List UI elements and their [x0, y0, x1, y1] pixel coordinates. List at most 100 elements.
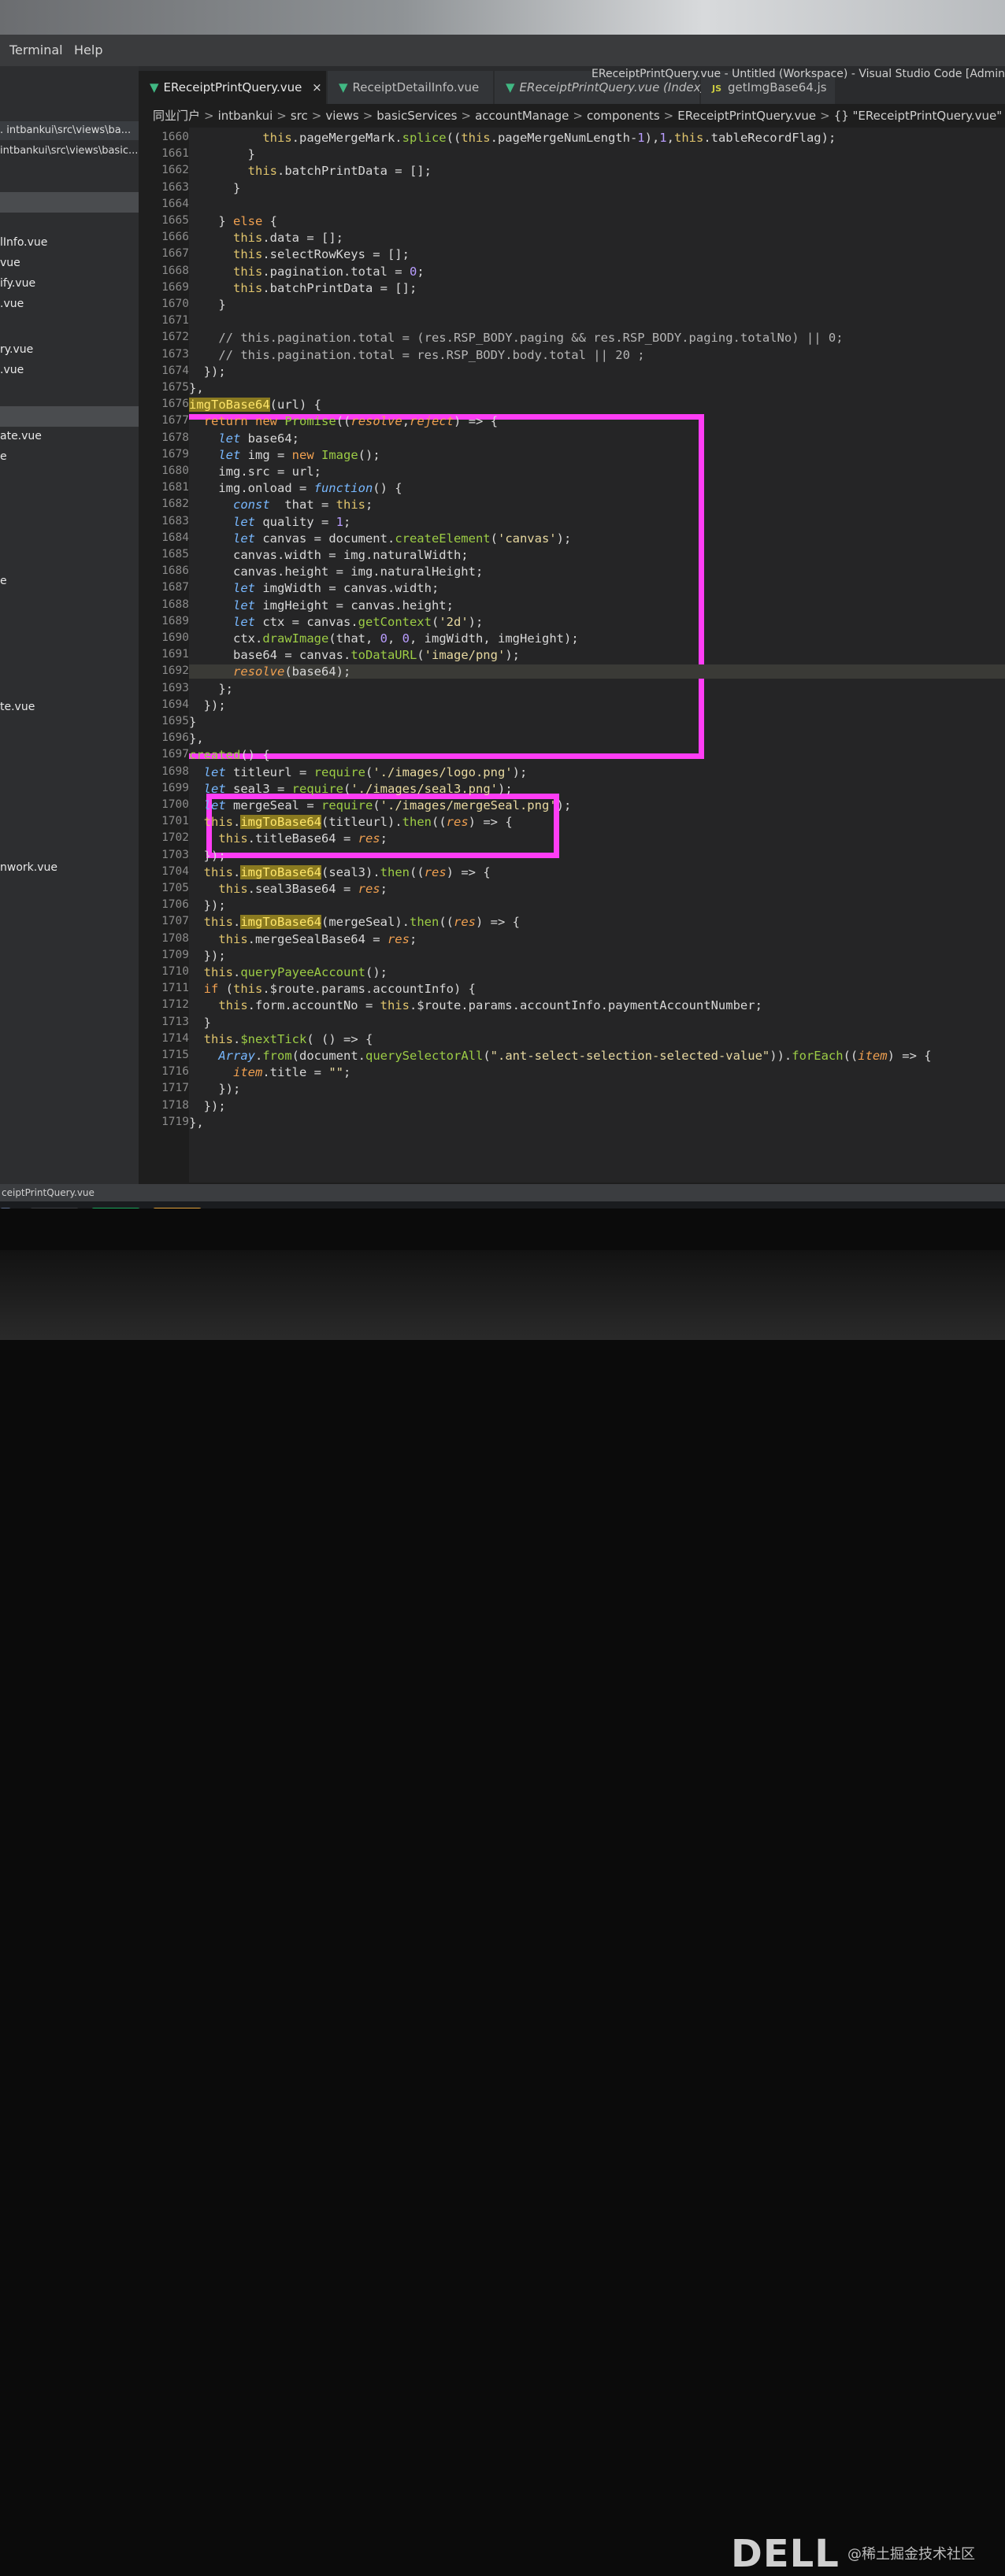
file-item[interactable]: .vue — [0, 298, 24, 310]
code-line[interactable]: let ctx = canvas.getContext('2d'); — [189, 615, 483, 629]
breadcrumb-item[interactable]: components — [587, 109, 660, 123]
code-line[interactable]: canvas.height = img.naturalHeight; — [189, 564, 483, 579]
code-line[interactable]: }); — [189, 1082, 240, 1096]
code-line[interactable]: imgToBase64(url) { — [189, 398, 321, 413]
file-item[interactable]: e — [0, 450, 7, 463]
file-item[interactable]: te.vue — [0, 701, 35, 713]
code-line[interactable]: this.mergeSealBase64 = res; — [189, 932, 417, 946]
code-line[interactable]: let imgWidth = canvas.width; — [189, 581, 439, 595]
code-line[interactable]: this.seal3Base64 = res; — [189, 882, 388, 896]
breadcrumb-separator: > — [573, 109, 583, 123]
code-line[interactable]: this.imgToBase64(seal3).then((res) => { — [189, 864, 491, 879]
line-number: 1680 — [161, 464, 189, 477]
code-line[interactable]: let seal3 = require('./images/seal3.png'… — [189, 782, 513, 796]
code-line[interactable]: } — [189, 1016, 211, 1030]
file-item[interactable]: ry.vue — [0, 343, 33, 356]
code-line[interactable]: }; — [189, 682, 233, 696]
code-line[interactable]: this.form.accountNo = this.$route.params… — [189, 998, 762, 1012]
code-line[interactable]: this.selectRowKeys = []; — [189, 247, 410, 261]
close-icon[interactable]: × — [312, 80, 322, 94]
code-line[interactable]: let quality = 1; — [189, 515, 350, 529]
code-line[interactable]: }); — [189, 849, 226, 863]
code-line[interactable]: }); — [189, 949, 226, 963]
code-line[interactable]: }, — [189, 1116, 204, 1130]
code-line[interactable]: let canvas = document.createElement('can… — [189, 531, 571, 546]
code-line[interactable]: base64 = canvas.toDataURL('image/png'); — [189, 648, 520, 662]
window-title: EReceiptPrintQuery.vue - Untitled (Works… — [592, 68, 1005, 80]
code-line[interactable]: let img = new Image(); — [189, 448, 380, 462]
code-line[interactable]: this.imgToBase64(mergeSeal).then((res) =… — [189, 915, 520, 930]
code-line[interactable]: }); — [189, 1099, 226, 1113]
code-line[interactable]: }); — [189, 898, 226, 912]
tab-receipt-detail-info[interactable]: ▼ ReceiptDetailInfo.vue — [328, 71, 493, 104]
code-line[interactable]: created() { — [189, 748, 270, 762]
line-number: 1712 — [161, 998, 189, 1012]
code-line[interactable]: if (this.$route.params.accountInfo) { — [189, 982, 476, 996]
menu-help[interactable]: Help — [74, 43, 102, 57]
code-line[interactable]: let titleurl = require('./images/logo.pn… — [189, 765, 528, 779]
code-line[interactable]: this.titleBase64 = res; — [189, 831, 388, 846]
file-item[interactable]: e — [0, 575, 7, 587]
code-line[interactable]: this.batchPrintData = []; — [189, 164, 432, 178]
code-line[interactable]: } — [189, 298, 225, 312]
breadcrumb-item[interactable]: src — [291, 109, 308, 123]
code-line[interactable]: // this.pagination.total = (res.RSP_BODY… — [189, 331, 843, 345]
code-line[interactable]: }); — [189, 365, 226, 379]
code-line[interactable]: img.src = url; — [189, 464, 321, 479]
code-line[interactable]: }); — [189, 698, 226, 712]
breadcrumb-item[interactable]: views — [325, 109, 358, 123]
breadcrumb-item[interactable]: accountManage — [475, 109, 569, 123]
code-line[interactable]: item.title = ""; — [189, 1065, 350, 1079]
breadcrumb-separator: > — [362, 109, 373, 123]
open-editor-path[interactable]: . intbankui\src\views\ba... — [0, 121, 139, 140]
open-editor-path[interactable]: intbankui\src\views\basic... — [0, 142, 139, 161]
tab-ereceipt-print-query[interactable]: ▼ EReceiptPrintQuery.vue × — [139, 71, 326, 104]
code-line[interactable]: const that = this; — [189, 498, 373, 512]
file-item[interactable]: lInfo.vue — [0, 236, 47, 249]
status-bar: ceiptPrintQuery.vue — [0, 1184, 1005, 1201]
code-line[interactable]: this.pageMergeMark.splice((this.pageMerg… — [189, 131, 836, 145]
breadcrumb-separator: > — [820, 109, 830, 123]
breadcrumb-item[interactable]: EReceiptPrintQuery.vue — [677, 109, 816, 123]
file-item[interactable]: ify.vue — [0, 277, 35, 290]
line-number: 1670 — [161, 298, 189, 310]
code-line[interactable]: this.$nextTick( () => { — [189, 1032, 373, 1046]
line-number: 1671 — [161, 314, 189, 328]
code-line[interactable]: this.queryPayeeAccount(); — [189, 965, 388, 979]
line-number: 1713 — [161, 1015, 189, 1028]
code-line[interactable]: } — [189, 147, 255, 161]
menu-terminal[interactable]: Terminal — [9, 43, 63, 57]
code-line[interactable]: ctx.drawImage(that, 0, 0, imgWidth, imgH… — [189, 631, 579, 646]
breadcrumb-item[interactable]: basicServices — [376, 109, 457, 123]
breadcrumb-item[interactable]: {} "EReceiptPrintQuery.vue" — [834, 109, 1003, 123]
file-item[interactable]: ate.vue — [0, 430, 42, 442]
code-line[interactable]: } — [189, 715, 196, 729]
code-line-current[interactable]: resolve(base64); — [189, 664, 1005, 679]
code-line[interactable]: canvas.width = img.naturalWidth; — [189, 548, 469, 562]
file-item[interactable]: vue — [0, 257, 20, 269]
code-editor[interactable]: this.pageMergeMark.splice((this.pageMerg… — [189, 128, 1005, 1183]
code-line[interactable]: } — [189, 181, 240, 195]
code-line[interactable]: // this.pagination.total = res.RSP_BODY.… — [189, 348, 644, 362]
code-line[interactable]: this.data = []; — [189, 231, 343, 245]
line-number: 1690 — [161, 631, 189, 644]
code-line[interactable]: } else { — [189, 214, 277, 228]
code-line[interactable]: let mergeSeal = require('./images/mergeS… — [189, 798, 572, 812]
line-number: 1700 — [161, 798, 189, 811]
file-item[interactable]: nwork.vue — [0, 861, 57, 874]
code-line[interactable]: this.pagination.total = 0; — [189, 265, 425, 279]
breadcrumb-item[interactable]: 同业门户 — [153, 109, 200, 123]
code-line[interactable]: img.onload = function() { — [189, 481, 402, 495]
code-line[interactable]: let base64; — [189, 431, 299, 446]
code-line[interactable]: Array.from(document.querySelectorAll(".a… — [189, 1049, 931, 1063]
breadcrumb-item[interactable]: intbankui — [218, 109, 273, 123]
code-line[interactable]: let imgHeight = canvas.height; — [189, 598, 454, 613]
code-line[interactable]: this.imgToBase64(titleurl).then((res) =>… — [189, 815, 513, 830]
code-line[interactable]: return new Promise((resolve,reject) => { — [189, 414, 498, 428]
line-number: 1685 — [161, 548, 189, 561]
code-line[interactable]: }, — [189, 731, 204, 746]
file-item[interactable]: .vue — [0, 364, 24, 376]
code-line[interactable]: }, — [189, 381, 204, 395]
code-line[interactable]: this.batchPrintData = []; — [189, 281, 417, 295]
js-file-icon: JS — [712, 83, 722, 94]
